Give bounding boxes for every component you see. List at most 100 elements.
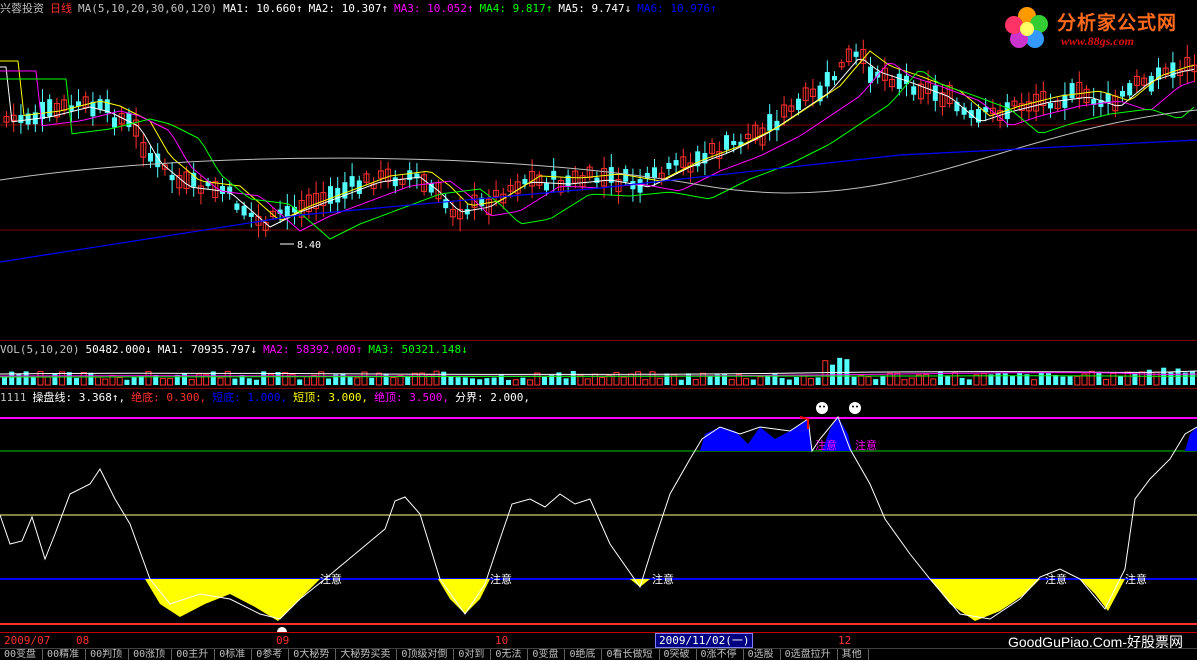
volume-bar [1124,371,1131,386]
formula-tab[interactable]: 0绝底 [565,649,603,660]
warning-label: 注意 [815,438,837,452]
volume-bar [246,378,252,385]
volume-bar [390,376,397,386]
date-label: 08 [76,634,90,647]
volume-bar [159,377,166,386]
candle-down [47,99,53,117]
candle-down [731,140,737,145]
candle-down [1120,90,1125,97]
volume-bar [858,374,865,386]
formula-tab[interactable]: 00涨顶 [129,649,173,660]
volume-bar [66,372,72,385]
volume-bar [217,377,224,386]
volume-panel[interactable]: VOL(5,10,20) 50482.000↓ MA1: 70935.797↓ MA2… [0,340,1197,388]
ma6-line [0,139,1197,263]
volume-bar [326,378,331,385]
formula-tab-bar[interactable]: 00变盘 00精准 00判顶 00涨顶 00主升 0标准 0参考 0大秘势 大秘势买卖 0顶级对倒… [0,648,1197,660]
candle-down [248,212,254,217]
volume-bar [837,357,843,385]
face-icon [856,405,858,408]
formula-tab[interactable]: 00主升 [172,649,216,660]
formula-tab[interactable]: 0顶级对倒 [397,649,455,660]
formula-tab[interactable]: 0参考 [252,649,290,660]
warning-label: 注意 [1045,572,1067,586]
bottom-zone-fill [438,579,490,614]
formula-tab[interactable]: 0涨不停 [697,649,744,660]
kline-panel[interactable]: 兴蓉投资 日线 MA(5,10,20,30,60,120) MA1: 10.660↑ M… [0,0,1197,340]
volume-bar [520,377,526,385]
formula-tab[interactable]: 0看长做短 [602,649,660,660]
candle-down [392,177,398,187]
volume-bar [800,374,807,386]
formula-tab[interactable]: 0无法 [491,649,529,660]
volume-bar [347,377,353,385]
flower-logo-icon [1005,7,1048,48]
candle-down [1127,83,1133,96]
volume-bar [765,375,771,385]
candle-down [349,176,355,187]
face-icon [852,405,854,408]
formula-tab[interactable]: 其他 [838,649,869,660]
candle-down [97,99,103,110]
volume-bar [779,377,785,385]
low-price-label: 8.40 [297,240,321,251]
candle-down [284,205,290,218]
volume-bar [757,376,764,386]
formula-tab[interactable]: 00变盘 [0,649,44,660]
candle-down [853,51,859,57]
volume-bar [1074,375,1081,386]
volume-bar [527,379,534,386]
formula-tab[interactable]: 0选股 [744,649,781,660]
volume-bar [232,378,238,385]
volume-bar [455,377,461,385]
candle-down [832,76,837,81]
formula-tab[interactable]: 00精准 [43,649,87,660]
volume-bar [686,373,691,385]
warning-label: 注意 [652,572,674,586]
date-label: 10 [495,634,509,647]
volume-bar [131,377,137,385]
volume-bar [786,379,792,385]
selected-date[interactable]: 2009/11/02(一) [655,633,754,648]
volume-bar [908,377,915,386]
volume-bar [340,373,346,385]
warning-label: 注意 [855,438,877,452]
volume-bar [1017,373,1023,385]
volume-bar [1002,373,1008,385]
candle-down [767,114,773,131]
formula-tab[interactable]: 大秘势买卖 [336,649,398,660]
volume-bar [80,371,87,386]
volume-bar [1088,370,1095,386]
volume-bar [642,379,649,386]
volume-bar [699,372,706,386]
logo-title: 分析家公式网 [1057,13,1178,34]
volume-bar [182,373,187,385]
volume-bar [470,378,475,385]
logo-url: www.88gs.com [1061,34,1134,48]
formula-tab[interactable]: 0对到 [454,649,492,660]
volume-bar [973,374,980,386]
volume-bar [297,379,303,385]
indicator-panel[interactable]: 1111 操盘线: 3.368↑, 绝底: 0.300, 短底: 1.000, 短顶: … [0,388,1197,633]
formula-tab[interactable]: 0突破 [660,649,697,660]
indicator-chart[interactable]: 注意 注意 注意 注意 注意注意 注意 [0,389,1197,633]
volume-bar [707,376,713,385]
candle-down [169,174,175,181]
volume-bar [1010,375,1015,385]
volume-bar [951,372,958,386]
formula-tab[interactable]: 0大秘势 [289,649,337,660]
volume-bar [254,379,259,385]
candle-down [522,179,528,185]
volume-bar [512,379,519,386]
volume-chart[interactable] [0,341,1197,389]
volume-bar [865,376,872,386]
formula-tab[interactable]: 00判顶 [86,649,130,660]
formula-tab[interactable]: 0选盘拉升 [781,649,838,660]
volume-bar [1067,376,1073,385]
volume-bar [851,376,857,385]
volume-bar [656,377,663,386]
formula-tab[interactable]: 0变盘 [528,649,566,660]
volume-bar [477,379,483,385]
volume-bar [620,376,627,386]
formula-tab[interactable]: 0标准 [215,649,253,660]
